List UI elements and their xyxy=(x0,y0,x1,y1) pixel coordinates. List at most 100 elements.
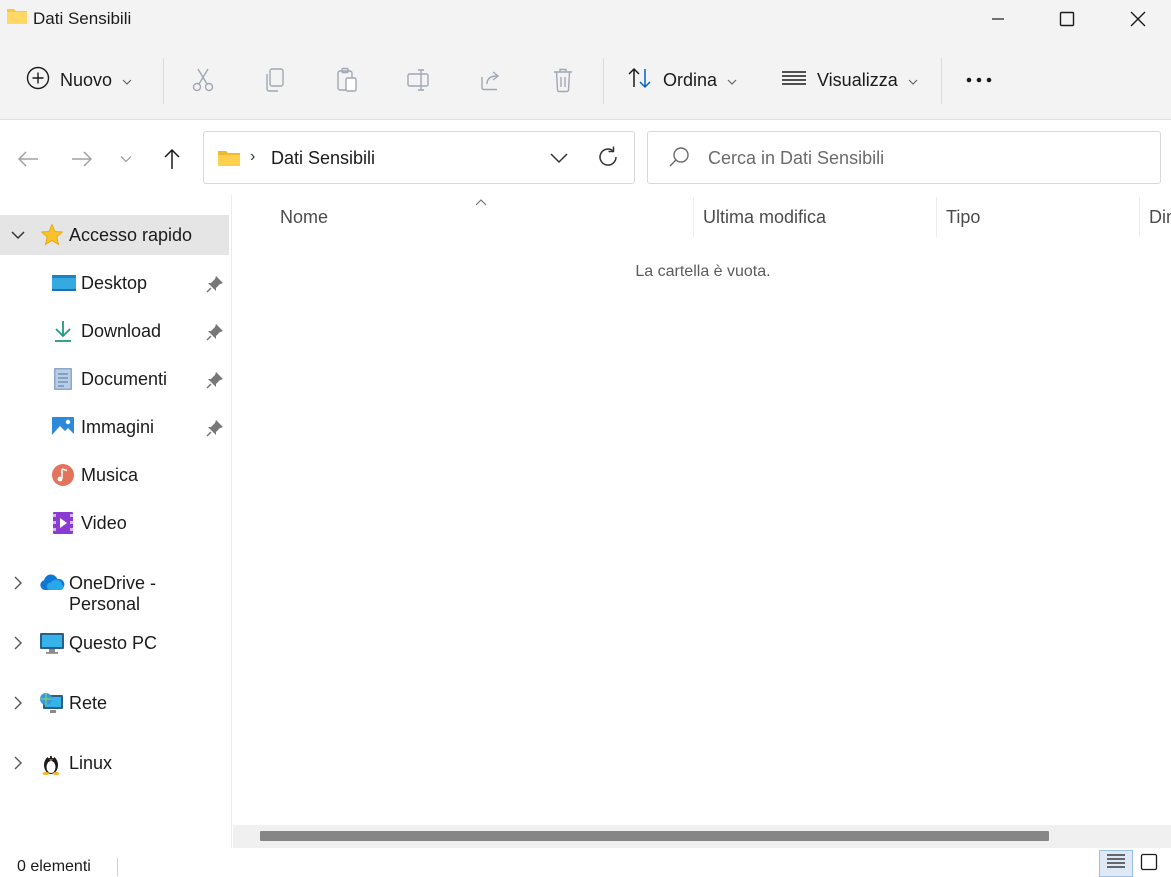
back-arrow-icon[interactable] xyxy=(14,145,42,173)
expand-chevron-down-icon[interactable] xyxy=(10,227,26,243)
navigation-pane: Accesso rapido Desktop Download Document… xyxy=(0,195,232,848)
details-view-button[interactable] xyxy=(1099,850,1133,877)
desktop-icon xyxy=(51,271,76,295)
sort-label: Ordina xyxy=(663,69,718,90)
empty-folder-message: La cartella è vuota. xyxy=(635,263,771,280)
close-button[interactable] xyxy=(1103,0,1171,38)
expand-chevron-right-icon[interactable] xyxy=(10,575,26,591)
view-button[interactable]: Visualizza xyxy=(781,58,918,102)
plus-circle-icon xyxy=(26,66,50,95)
sidebar-item-download[interactable]: Download xyxy=(0,311,229,351)
document-icon xyxy=(51,367,75,391)
column-header-label: Tipo xyxy=(946,207,981,227)
chevron-down-icon xyxy=(908,70,918,91)
sidebar-item-network[interactable]: Rete xyxy=(0,683,229,723)
expand-chevron-right-icon[interactable] xyxy=(10,635,26,651)
view-list-icon xyxy=(781,67,807,94)
pictures-icon xyxy=(51,415,75,439)
computer-icon xyxy=(39,631,64,655)
sidebar-item-onedrive[interactable]: OneDrive - Personal xyxy=(0,563,229,614)
column-header-size[interactable]: Dim xyxy=(1140,195,1171,237)
chevron-down-icon xyxy=(727,70,737,91)
folder-icon xyxy=(6,6,28,26)
status-divider xyxy=(117,858,118,876)
download-icon xyxy=(51,319,75,343)
horizontal-scrollbar[interactable] xyxy=(233,825,1171,848)
sort-arrows-icon xyxy=(627,66,653,95)
sidebar-item-label: Musica xyxy=(81,465,139,485)
sidebar-item-label: Desktop xyxy=(81,273,148,293)
more-icon[interactable] xyxy=(965,66,993,94)
title-bar: Dati Sensibili xyxy=(0,0,1171,38)
breadcrumb-current[interactable]: Dati Sensibili xyxy=(271,148,375,169)
sidebar-item-desktop[interactable]: Desktop xyxy=(0,263,229,303)
linux-penguin-icon xyxy=(39,751,63,775)
tiles-view-icon xyxy=(1140,853,1158,876)
folder-icon xyxy=(217,148,241,173)
scrollbar-thumb[interactable] xyxy=(260,831,1049,841)
item-count: 0 elementi xyxy=(17,858,91,875)
window-title: Dati Sensibili xyxy=(33,9,132,28)
expand-chevron-right-icon[interactable] xyxy=(10,755,26,771)
address-bar[interactable]: › Dati Sensibili xyxy=(203,131,635,184)
tiles-view-button[interactable] xyxy=(1136,852,1162,876)
recent-locations-chevron-icon[interactable] xyxy=(112,145,140,173)
copy-icon[interactable] xyxy=(261,66,289,94)
sidebar-item-label: Download xyxy=(81,321,162,341)
sidebar-item-documents[interactable]: Documenti xyxy=(0,359,229,399)
pin-icon[interactable] xyxy=(206,275,224,293)
sidebar-item-label: Rete xyxy=(69,693,108,713)
breadcrumb-separator: › xyxy=(250,148,256,165)
forward-arrow-icon[interactable] xyxy=(68,145,96,173)
sidebar-item-pictures[interactable]: Immagini xyxy=(0,407,229,447)
toolbar-divider xyxy=(603,58,604,104)
expand-chevron-right-icon[interactable] xyxy=(10,695,26,711)
delete-icon[interactable] xyxy=(549,66,577,94)
sidebar-item-this-pc[interactable]: Questo PC xyxy=(0,623,229,663)
sidebar-item-label: Immagini xyxy=(81,417,155,437)
column-header-name[interactable]: Nome xyxy=(233,195,693,237)
command-bar: Nuovo Ordina Visualizza xyxy=(0,38,1171,120)
search-icon xyxy=(668,146,690,173)
sidebar-item-music[interactable]: Musica xyxy=(0,455,229,495)
star-icon xyxy=(40,223,64,247)
share-icon[interactable] xyxy=(477,66,505,94)
pin-icon[interactable] xyxy=(206,419,224,437)
search-input[interactable] xyxy=(708,144,1138,172)
minimize-button[interactable] xyxy=(963,0,1033,38)
new-label: Nuovo xyxy=(60,69,113,90)
onedrive-cloud-icon xyxy=(39,571,65,595)
toolbar-divider xyxy=(163,58,164,104)
network-icon xyxy=(39,691,63,715)
sidebar-item-label: Video xyxy=(81,513,127,533)
navigation-row: › Dati Sensibili xyxy=(0,121,1171,195)
pin-icon[interactable] xyxy=(206,371,224,389)
video-icon xyxy=(51,511,75,535)
sidebar-item-label: Linux xyxy=(69,753,113,773)
file-list: Nome Ultima modifica Tipo Dim La cartell… xyxy=(233,195,1171,825)
refresh-icon[interactable] xyxy=(596,145,620,169)
column-header-modified[interactable]: Ultima modifica xyxy=(694,195,936,237)
chevron-down-icon xyxy=(122,70,132,91)
sidebar-item-label: OneDrive - Personal xyxy=(69,573,157,614)
column-header-label: Ultima modifica xyxy=(703,207,827,227)
cut-icon[interactable] xyxy=(189,66,217,94)
rename-icon[interactable] xyxy=(405,66,433,94)
address-dropdown-chevron-icon[interactable] xyxy=(547,146,571,170)
maximize-button[interactable] xyxy=(1032,0,1102,38)
pin-icon[interactable] xyxy=(206,323,224,341)
status-bar: 0 elementi xyxy=(0,848,1171,877)
up-arrow-icon[interactable] xyxy=(158,145,186,173)
sidebar-item-videos[interactable]: Video xyxy=(0,503,229,543)
sidebar-item-quick-access[interactable]: Accesso rapido xyxy=(0,215,229,255)
sidebar-item-label: Accesso rapido xyxy=(69,225,193,245)
sort-button[interactable]: Ordina xyxy=(627,58,737,102)
sidebar-item-label: Documenti xyxy=(81,369,168,389)
column-header-type[interactable]: Tipo xyxy=(937,195,1139,237)
details-view-icon xyxy=(1106,853,1126,874)
paste-icon[interactable] xyxy=(333,66,361,94)
new-button[interactable]: Nuovo xyxy=(26,58,132,102)
sidebar-item-linux[interactable]: Linux xyxy=(0,743,229,783)
search-box[interactable] xyxy=(647,131,1161,184)
column-header-label: Nome xyxy=(280,207,329,227)
